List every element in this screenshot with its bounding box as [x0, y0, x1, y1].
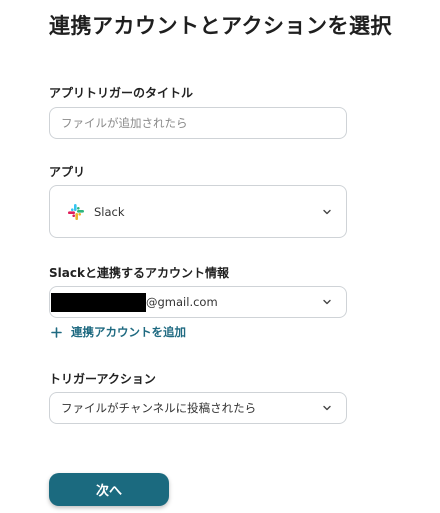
chevron-down-icon: [323, 299, 331, 305]
next-button[interactable]: 次へ: [49, 473, 169, 506]
slack-logo-icon: [68, 203, 84, 220]
trigger-action-value: ファイルがチャンネルに投稿されたら: [61, 401, 257, 415]
app-select-value: Slack: [94, 204, 125, 219]
account-email-suffix: @gmail.com: [146, 295, 218, 309]
trigger-title-input[interactable]: [61, 116, 335, 130]
trigger-action-label: トリガーアクション: [49, 372, 156, 386]
chevron-down-icon: [323, 209, 331, 214]
plus-icon: [51, 326, 62, 338]
redacted-email-block: [51, 292, 146, 312]
trigger-title-label: アプリトリガーのタイトル: [49, 86, 194, 100]
trigger-title-field[interactable]: [49, 107, 347, 139]
app-select[interactable]: Slack: [49, 185, 347, 238]
chevron-down-icon: [323, 405, 331, 411]
add-account-label: 連携アカウントを追加: [71, 325, 186, 339]
account-select[interactable]: @gmail.com: [49, 286, 347, 318]
add-account-link[interactable]: 連携アカウントを追加: [51, 324, 186, 340]
app-label: アプリ: [49, 165, 86, 179]
account-label: Slackと連携するアカウント情報: [49, 266, 229, 280]
page-title: 連携アカウントとアクションを選択: [49, 14, 392, 38]
trigger-action-select[interactable]: ファイルがチャンネルに投稿されたら: [49, 392, 347, 424]
